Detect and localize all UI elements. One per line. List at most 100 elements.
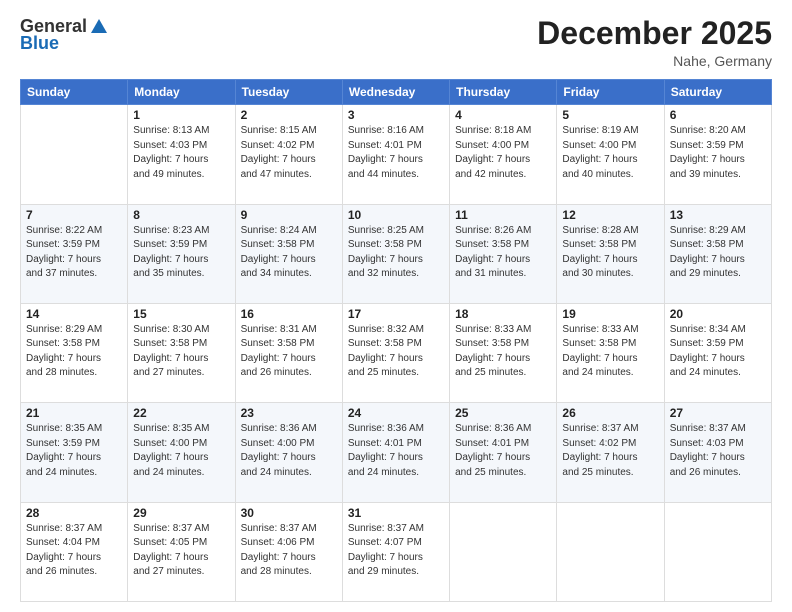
day-info: Sunrise: 8:33 AM Sunset: 3:58 PM Dayligh… (455, 323, 551, 381)
day-info: Sunrise: 8:26 AM Sunset: 3:58 PM Dayligh… (455, 224, 551, 282)
calendar-week-3: 14 Sunrise: 8:29 AM Sunset: 3:58 PM Dayli… (21, 303, 772, 402)
calendar-week-4: 21Sunrise: 8:35 AM Sunset: 3:59 PM Dayli… (21, 403, 772, 502)
day-info: Sunrise: 8:37 AM Sunset: 4:05 PM Dayligh… (133, 522, 229, 580)
day-info: Sunrise: 8:25 AM Sunset: 3:58 PM Dayligh… (348, 224, 444, 282)
day-info: Sunrise: 8:33 AM Sunset: 3:58 PM Dayligh… (562, 323, 658, 381)
calendar-cell: 6 Sunrise: 8:20 AM Sunset: 3:59 PM Daylig… (664, 105, 771, 204)
day-number: 29 (133, 506, 229, 520)
day-number: 23 (241, 406, 337, 420)
day-info: Sunrise: 8:37 AM Sunset: 4:06 PM Dayligh… (241, 522, 337, 580)
day-number: 10 (348, 208, 444, 222)
day-number: 20 (670, 307, 766, 321)
day-number: 7 (26, 208, 122, 222)
day-info: Sunrise: 8:29 AM Sunset: 3:58 PM Dayligh… (670, 224, 766, 282)
day-number: 3 (348, 108, 444, 122)
calendar-cell: 22Sunrise: 8:35 AM Sunset: 4:00 PM Dayli… (128, 403, 235, 502)
calendar-cell: 19 Sunrise: 8:33 AM Sunset: 3:58 PM Dayli… (557, 303, 664, 402)
day-number: 18 (455, 307, 551, 321)
calendar-cell: 12 Sunrise: 8:28 AM Sunset: 3:58 PM Dayli… (557, 204, 664, 303)
day-number: 27 (670, 406, 766, 420)
day-number: 30 (241, 506, 337, 520)
calendar-cell (664, 502, 771, 601)
day-number: 6 (670, 108, 766, 122)
calendar-cell: 14 Sunrise: 8:29 AM Sunset: 3:58 PM Dayli… (21, 303, 128, 402)
calendar-cell: 5 Sunrise: 8:19 AM Sunset: 4:00 PM Daylig… (557, 105, 664, 204)
calendar-cell: 18 Sunrise: 8:33 AM Sunset: 3:58 PM Dayli… (450, 303, 557, 402)
day-info: Sunrise: 8:37 AM Sunset: 4:03 PM Dayligh… (670, 422, 766, 480)
calendar-cell: 13 Sunrise: 8:29 AM Sunset: 3:58 PM Dayli… (664, 204, 771, 303)
day-number: 5 (562, 108, 658, 122)
day-info: Sunrise: 8:16 AM Sunset: 4:01 PM Dayligh… (348, 124, 444, 182)
day-info: Sunrise: 8:29 AM Sunset: 3:58 PM Dayligh… (26, 323, 122, 381)
calendar-cell: 9Sunrise: 8:24 AM Sunset: 3:58 PM Daylig… (235, 204, 342, 303)
calendar-header-row: SundayMondayTuesdayWednesdayThursdayFrid… (21, 80, 772, 105)
day-number: 21 (26, 406, 122, 420)
calendar-cell (450, 502, 557, 601)
day-number: 14 (26, 307, 122, 321)
calendar-week-1: 1 Sunrise: 8:13 AM Sunset: 4:03 PM Daylig… (21, 105, 772, 204)
calendar-cell: 10 Sunrise: 8:25 AM Sunset: 3:58 PM Dayli… (342, 204, 449, 303)
calendar-cell: 26Sunrise: 8:37 AM Sunset: 4:02 PM Dayli… (557, 403, 664, 502)
day-number: 2 (241, 108, 337, 122)
calendar-cell: 28 Sunrise: 8:37 AM Sunset: 4:04 PM Dayli… (21, 502, 128, 601)
calendar-cell: 11 Sunrise: 8:26 AM Sunset: 3:58 PM Dayli… (450, 204, 557, 303)
day-number: 11 (455, 208, 551, 222)
logo-blue-text: Blue (20, 33, 59, 54)
day-number: 28 (26, 506, 122, 520)
calendar-cell: 20 Sunrise: 8:34 AM Sunset: 3:59 PM Dayli… (664, 303, 771, 402)
day-number: 13 (670, 208, 766, 222)
day-number: 19 (562, 307, 658, 321)
day-info: Sunrise: 8:37 AM Sunset: 4:07 PM Dayligh… (348, 522, 444, 580)
header: General Blue December 2025 Nahe, Germany (20, 16, 772, 69)
calendar-cell: 21Sunrise: 8:35 AM Sunset: 3:59 PM Dayli… (21, 403, 128, 502)
calendar-cell: 24 Sunrise: 8:36 AM Sunset: 4:01 PM Dayli… (342, 403, 449, 502)
day-info: Sunrise: 8:37 AM Sunset: 4:02 PM Dayligh… (562, 422, 658, 480)
day-number: 4 (455, 108, 551, 122)
calendar-header-thursday: Thursday (450, 80, 557, 105)
page: General Blue December 2025 Nahe, Germany… (0, 0, 792, 612)
day-number: 1 (133, 108, 229, 122)
day-info: Sunrise: 8:22 AM Sunset: 3:59 PM Dayligh… (26, 224, 122, 282)
logo-icon (89, 17, 109, 37)
calendar-header-wednesday: Wednesday (342, 80, 449, 105)
calendar-cell: 17Sunrise: 8:32 AM Sunset: 3:58 PM Dayli… (342, 303, 449, 402)
calendar-header-tuesday: Tuesday (235, 80, 342, 105)
day-info: Sunrise: 8:28 AM Sunset: 3:58 PM Dayligh… (562, 224, 658, 282)
day-info: Sunrise: 8:35 AM Sunset: 4:00 PM Dayligh… (133, 422, 229, 480)
calendar-cell: 30 Sunrise: 8:37 AM Sunset: 4:06 PM Dayli… (235, 502, 342, 601)
calendar-cell (21, 105, 128, 204)
day-info: Sunrise: 8:15 AM Sunset: 4:02 PM Dayligh… (241, 124, 337, 182)
calendar-cell: 23 Sunrise: 8:36 AM Sunset: 4:00 PM Dayli… (235, 403, 342, 502)
day-info: Sunrise: 8:34 AM Sunset: 3:59 PM Dayligh… (670, 323, 766, 381)
calendar-header-friday: Friday (557, 80, 664, 105)
day-info: Sunrise: 8:13 AM Sunset: 4:03 PM Dayligh… (133, 124, 229, 182)
day-info: Sunrise: 8:32 AM Sunset: 3:58 PM Dayligh… (348, 323, 444, 381)
calendar-cell: 2 Sunrise: 8:15 AM Sunset: 4:02 PM Daylig… (235, 105, 342, 204)
calendar-cell: 16Sunrise: 8:31 AM Sunset: 3:58 PM Dayli… (235, 303, 342, 402)
day-info: Sunrise: 8:18 AM Sunset: 4:00 PM Dayligh… (455, 124, 551, 182)
calendar-table: SundayMondayTuesdayWednesdayThursdayFrid… (20, 79, 772, 602)
day-number: 15 (133, 307, 229, 321)
day-info: Sunrise: 8:36 AM Sunset: 4:01 PM Dayligh… (455, 422, 551, 480)
day-info: Sunrise: 8:19 AM Sunset: 4:00 PM Dayligh… (562, 124, 658, 182)
day-info: Sunrise: 8:20 AM Sunset: 3:59 PM Dayligh… (670, 124, 766, 182)
day-info: Sunrise: 8:30 AM Sunset: 3:58 PM Dayligh… (133, 323, 229, 381)
day-number: 31 (348, 506, 444, 520)
calendar-cell: 25 Sunrise: 8:36 AM Sunset: 4:01 PM Dayli… (450, 403, 557, 502)
day-info: Sunrise: 8:36 AM Sunset: 4:01 PM Dayligh… (348, 422, 444, 480)
day-info: Sunrise: 8:36 AM Sunset: 4:00 PM Dayligh… (241, 422, 337, 480)
day-number: 25 (455, 406, 551, 420)
calendar-cell: 3 Sunrise: 8:16 AM Sunset: 4:01 PM Daylig… (342, 105, 449, 204)
calendar-cell: 27 Sunrise: 8:37 AM Sunset: 4:03 PM Dayli… (664, 403, 771, 502)
day-number: 12 (562, 208, 658, 222)
day-number: 24 (348, 406, 444, 420)
day-info: Sunrise: 8:37 AM Sunset: 4:04 PM Dayligh… (26, 522, 122, 580)
day-number: 8 (133, 208, 229, 222)
calendar-cell: 31 Sunrise: 8:37 AM Sunset: 4:07 PM Dayli… (342, 502, 449, 601)
day-number: 16 (241, 307, 337, 321)
month-title: December 2025 (537, 16, 772, 51)
day-number: 9 (241, 208, 337, 222)
day-info: Sunrise: 8:23 AM Sunset: 3:59 PM Dayligh… (133, 224, 229, 282)
calendar-cell: 7 Sunrise: 8:22 AM Sunset: 3:59 PM Daylig… (21, 204, 128, 303)
calendar-week-5: 28 Sunrise: 8:37 AM Sunset: 4:04 PM Dayli… (21, 502, 772, 601)
